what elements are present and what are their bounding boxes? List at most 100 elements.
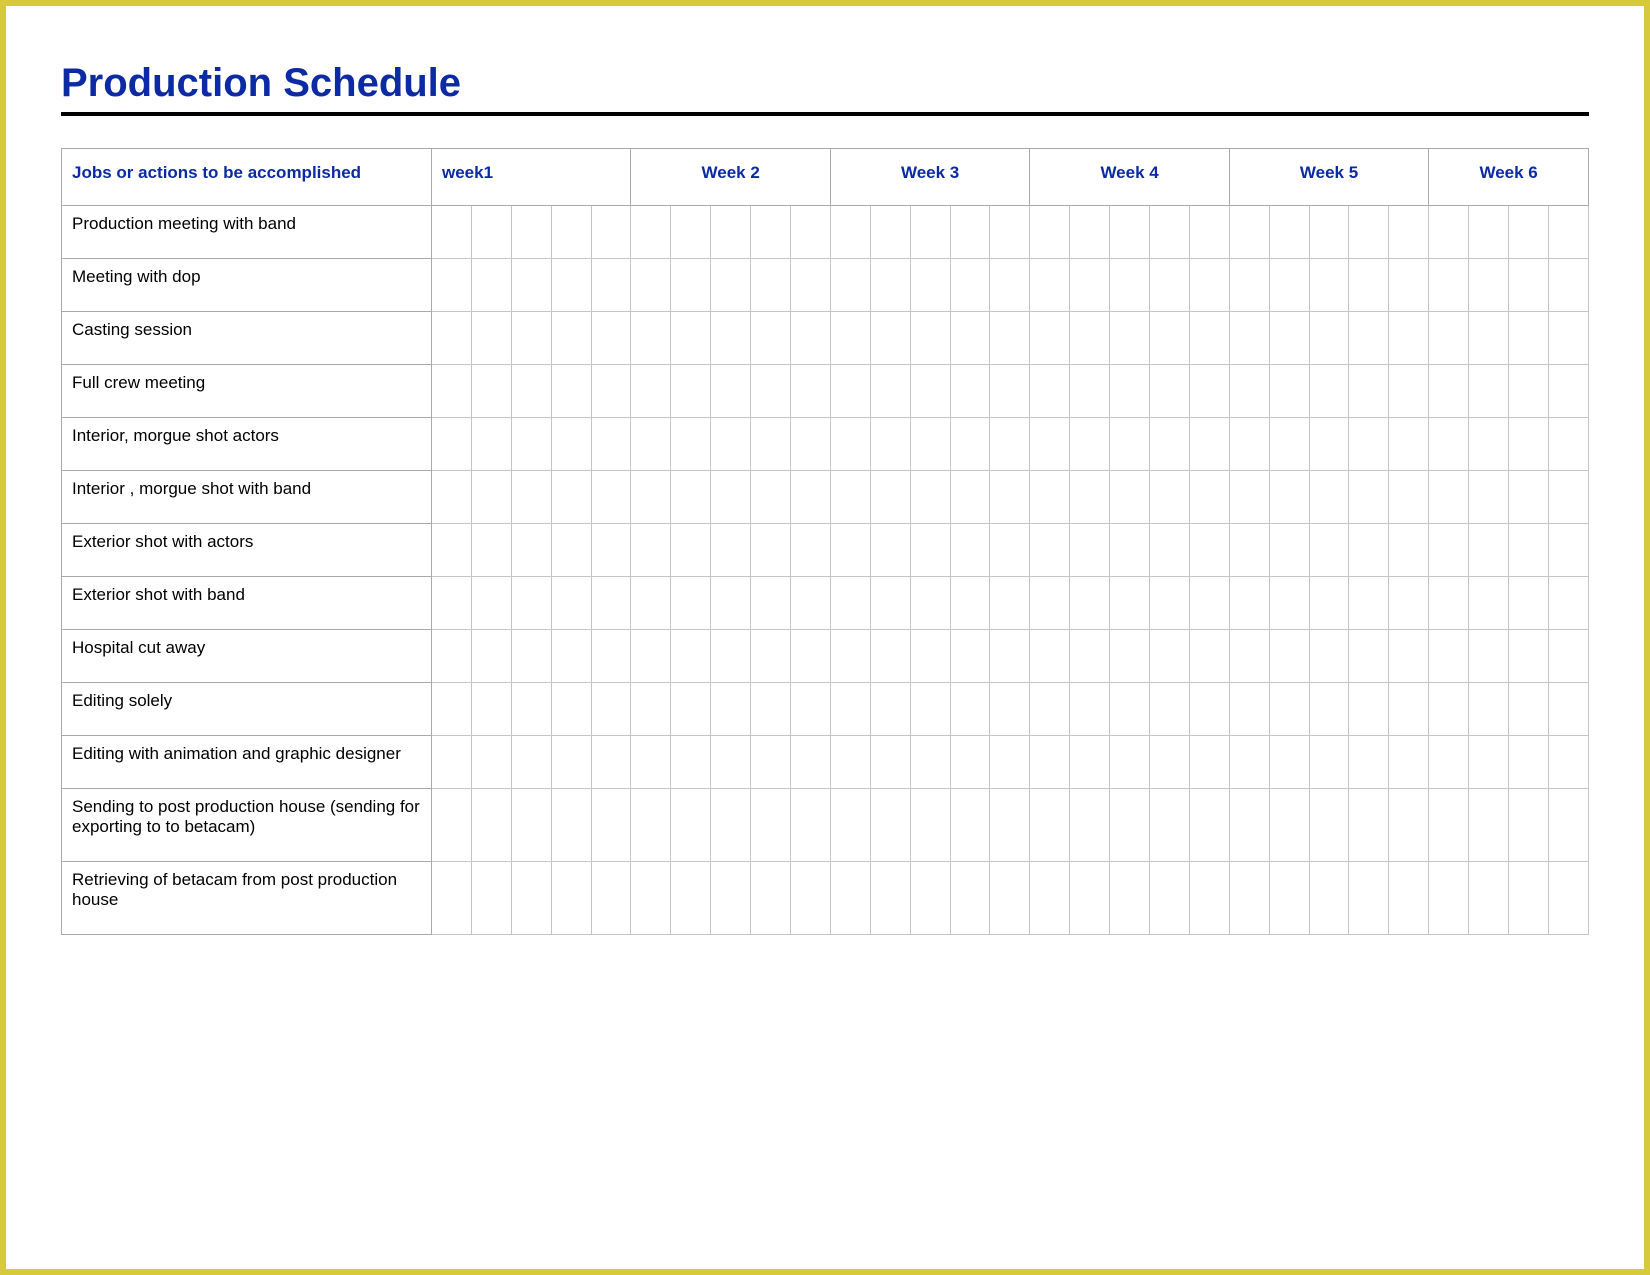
schedule-cell[interactable] xyxy=(791,365,831,418)
schedule-cell[interactable] xyxy=(1150,577,1190,630)
schedule-cell[interactable] xyxy=(830,736,870,789)
schedule-cell[interactable] xyxy=(591,471,631,524)
schedule-cell[interactable] xyxy=(551,789,591,862)
schedule-cell[interactable] xyxy=(511,630,551,683)
schedule-cell[interactable] xyxy=(1229,524,1269,577)
schedule-cell[interactable] xyxy=(1189,577,1229,630)
schedule-cell[interactable] xyxy=(511,312,551,365)
schedule-cell[interactable] xyxy=(1110,418,1150,471)
schedule-cell[interactable] xyxy=(990,471,1030,524)
schedule-cell[interactable] xyxy=(711,736,751,789)
schedule-cell[interactable] xyxy=(471,630,511,683)
schedule-cell[interactable] xyxy=(791,418,831,471)
schedule-cell[interactable] xyxy=(990,312,1030,365)
schedule-cell[interactable] xyxy=(751,206,791,259)
schedule-cell[interactable] xyxy=(830,630,870,683)
schedule-cell[interactable] xyxy=(1070,683,1110,736)
schedule-cell[interactable] xyxy=(631,736,671,789)
schedule-cell[interactable] xyxy=(631,418,671,471)
schedule-cell[interactable] xyxy=(1189,206,1229,259)
schedule-cell[interactable] xyxy=(870,683,910,736)
schedule-cell[interactable] xyxy=(1469,365,1509,418)
schedule-cell[interactable] xyxy=(830,471,870,524)
schedule-cell[interactable] xyxy=(1030,862,1070,935)
schedule-cell[interactable] xyxy=(711,418,751,471)
schedule-cell[interactable] xyxy=(1070,365,1110,418)
schedule-cell[interactable] xyxy=(1070,206,1110,259)
schedule-cell[interactable] xyxy=(591,365,631,418)
schedule-cell[interactable] xyxy=(1429,862,1469,935)
schedule-cell[interactable] xyxy=(1548,471,1588,524)
schedule-cell[interactable] xyxy=(471,418,511,471)
schedule-cell[interactable] xyxy=(830,365,870,418)
schedule-cell[interactable] xyxy=(671,365,711,418)
schedule-cell[interactable] xyxy=(1309,630,1349,683)
schedule-cell[interactable] xyxy=(1110,683,1150,736)
schedule-cell[interactable] xyxy=(1110,630,1150,683)
schedule-cell[interactable] xyxy=(551,862,591,935)
schedule-cell[interactable] xyxy=(1548,736,1588,789)
schedule-cell[interactable] xyxy=(511,206,551,259)
schedule-cell[interactable] xyxy=(551,736,591,789)
schedule-cell[interactable] xyxy=(950,789,990,862)
schedule-cell[interactable] xyxy=(990,577,1030,630)
schedule-cell[interactable] xyxy=(910,736,950,789)
schedule-cell[interactable] xyxy=(1269,630,1309,683)
schedule-cell[interactable] xyxy=(711,365,751,418)
schedule-cell[interactable] xyxy=(1070,577,1110,630)
schedule-cell[interactable] xyxy=(1269,471,1309,524)
schedule-cell[interactable] xyxy=(830,206,870,259)
schedule-cell[interactable] xyxy=(1150,862,1190,935)
schedule-cell[interactable] xyxy=(471,471,511,524)
schedule-cell[interactable] xyxy=(1110,789,1150,862)
schedule-cell[interactable] xyxy=(631,683,671,736)
schedule-cell[interactable] xyxy=(870,418,910,471)
schedule-cell[interactable] xyxy=(432,259,472,312)
schedule-cell[interactable] xyxy=(1469,312,1509,365)
schedule-cell[interactable] xyxy=(432,789,472,862)
schedule-cell[interactable] xyxy=(471,577,511,630)
schedule-cell[interactable] xyxy=(1349,206,1389,259)
schedule-cell[interactable] xyxy=(791,524,831,577)
schedule-cell[interactable] xyxy=(1189,418,1229,471)
schedule-cell[interactable] xyxy=(1309,789,1349,862)
schedule-cell[interactable] xyxy=(1189,736,1229,789)
schedule-cell[interactable] xyxy=(990,418,1030,471)
schedule-cell[interactable] xyxy=(631,789,671,862)
schedule-cell[interactable] xyxy=(1150,206,1190,259)
schedule-cell[interactable] xyxy=(1150,630,1190,683)
schedule-cell[interactable] xyxy=(471,259,511,312)
schedule-cell[interactable] xyxy=(591,789,631,862)
schedule-cell[interactable] xyxy=(1389,524,1429,577)
schedule-cell[interactable] xyxy=(1548,683,1588,736)
schedule-cell[interactable] xyxy=(1429,365,1469,418)
schedule-cell[interactable] xyxy=(1150,365,1190,418)
schedule-cell[interactable] xyxy=(791,312,831,365)
schedule-cell[interactable] xyxy=(671,736,711,789)
schedule-cell[interactable] xyxy=(432,524,472,577)
schedule-cell[interactable] xyxy=(551,683,591,736)
schedule-cell[interactable] xyxy=(511,471,551,524)
schedule-cell[interactable] xyxy=(432,862,472,935)
schedule-cell[interactable] xyxy=(711,312,751,365)
schedule-cell[interactable] xyxy=(1309,312,1349,365)
schedule-cell[interactable] xyxy=(1070,259,1110,312)
schedule-cell[interactable] xyxy=(591,683,631,736)
schedule-cell[interactable] xyxy=(910,577,950,630)
schedule-cell[interactable] xyxy=(591,524,631,577)
schedule-cell[interactable] xyxy=(990,736,1030,789)
schedule-cell[interactable] xyxy=(990,683,1030,736)
schedule-cell[interactable] xyxy=(711,789,751,862)
schedule-cell[interactable] xyxy=(751,630,791,683)
schedule-cell[interactable] xyxy=(791,683,831,736)
schedule-cell[interactable] xyxy=(1269,577,1309,630)
schedule-cell[interactable] xyxy=(1269,524,1309,577)
schedule-cell[interactable] xyxy=(1070,312,1110,365)
schedule-cell[interactable] xyxy=(1030,789,1070,862)
schedule-cell[interactable] xyxy=(671,312,711,365)
schedule-cell[interactable] xyxy=(1509,630,1549,683)
schedule-cell[interactable] xyxy=(471,312,511,365)
schedule-cell[interactable] xyxy=(591,630,631,683)
schedule-cell[interactable] xyxy=(1429,577,1469,630)
schedule-cell[interactable] xyxy=(1030,418,1070,471)
